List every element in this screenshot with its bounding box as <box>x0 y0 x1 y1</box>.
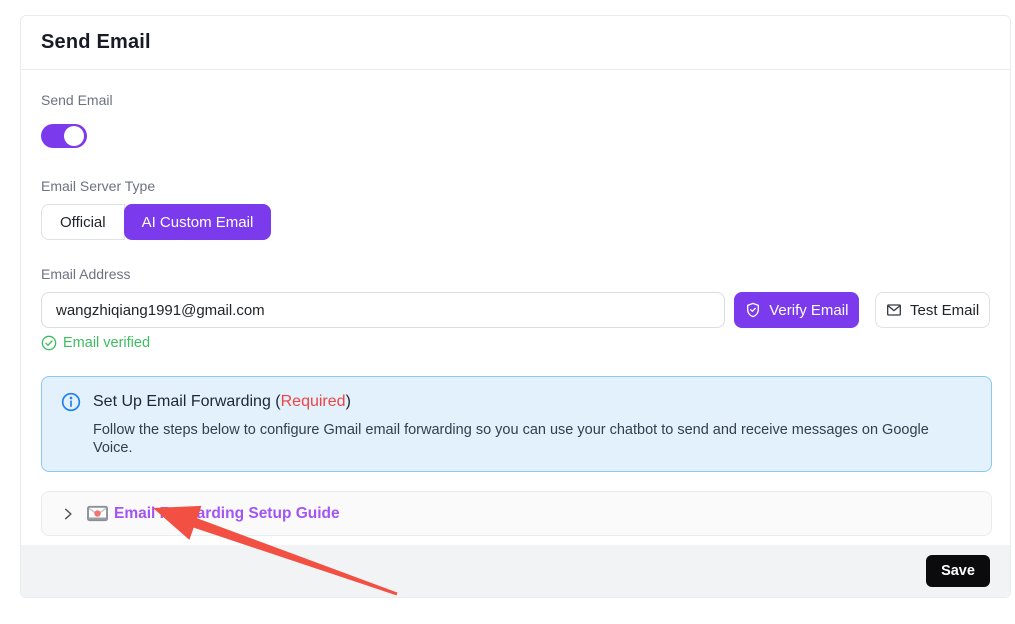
page-title: Send Email <box>41 31 151 54</box>
server-type-label: Email Server Type <box>41 178 990 194</box>
verify-email-button-label: Verify Email <box>769 302 848 319</box>
email-row: Verify Email Test Email <box>41 292 990 328</box>
alert-title-prefix: Set Up Email Forwarding ( <box>93 393 281 410</box>
email-address-label: Email Address <box>41 266 990 282</box>
check-circle-icon <box>41 335 57 351</box>
alert-title-row: Set Up Email Forwarding (Required) <box>61 392 972 412</box>
verify-email-button[interactable]: Verify Email <box>734 292 859 328</box>
alert-title: Set Up Email Forwarding (Required) <box>93 393 351 411</box>
alert-required-word: Required <box>281 393 346 410</box>
toggle-knob <box>64 126 84 146</box>
card-body: Send Email Email Server Type Official AI… <box>21 70 1010 536</box>
email-forwarding-guide-link[interactable]: Email Forwarding Setup Guide <box>114 505 340 523</box>
email-address-input[interactable] <box>41 292 725 328</box>
envelope-icon <box>886 302 902 318</box>
save-button[interactable]: Save <box>926 555 990 587</box>
server-type-option-ai-custom-email[interactable]: AI Custom Email <box>124 204 272 240</box>
send-email-card: Send Email Send Email Email Server Type … <box>20 15 1011 598</box>
send-email-toggle[interactable] <box>41 124 87 148</box>
email-forwarding-alert: Set Up Email Forwarding (Required) Follo… <box>41 376 992 472</box>
chevron-right-icon <box>61 507 75 521</box>
card-header: Send Email <box>21 16 1010 70</box>
server-type-option-official[interactable]: Official <box>41 204 125 240</box>
server-type-segmented-control: Official AI Custom Email <box>41 204 271 240</box>
test-email-button-label: Test Email <box>910 302 979 319</box>
shield-check-icon <box>745 302 761 318</box>
card-footer: Save <box>21 545 1010 597</box>
alert-title-suffix: ) <box>346 393 351 410</box>
email-forwarding-guide-panel[interactable]: Email Forwarding Setup Guide <box>41 491 992 536</box>
email-verified-status: Email verified <box>41 335 990 351</box>
email-verified-text: Email verified <box>63 335 150 351</box>
send-email-toggle-label: Send Email <box>41 92 990 108</box>
alert-description: Follow the steps below to configure Gmai… <box>93 421 972 457</box>
email-envelope-emoji-icon <box>87 504 108 523</box>
test-email-button[interactable]: Test Email <box>875 292 990 328</box>
info-circle-icon <box>61 392 81 412</box>
